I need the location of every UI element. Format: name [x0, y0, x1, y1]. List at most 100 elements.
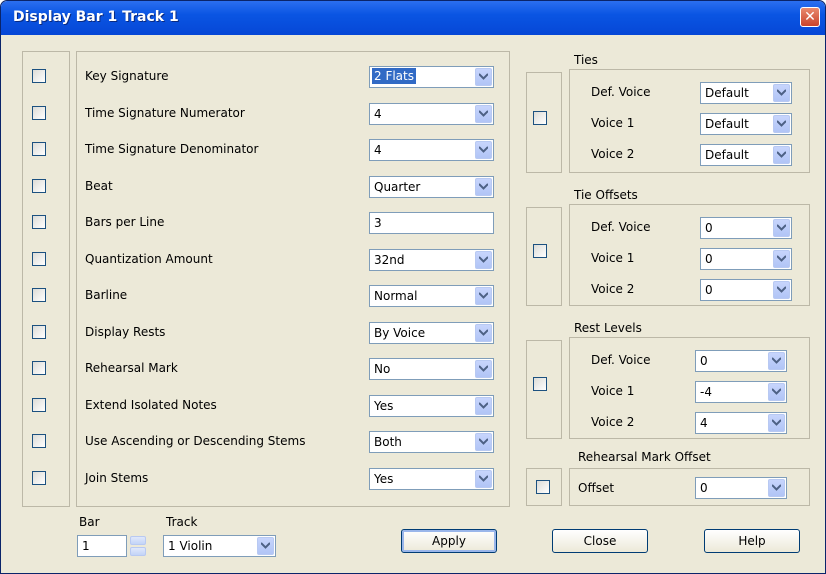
rest_levels-dropdown-voice-2[interactable]: 4	[695, 412, 787, 434]
track-label: Track	[166, 515, 198, 529]
dropdown-barline-value: Normal	[374, 289, 418, 303]
chevron-down-icon[interactable]	[773, 146, 790, 164]
ties-dropdown-voice-2[interactable]: Default	[700, 144, 792, 166]
dialog-window: Display Bar 1 Track 1 ✕ Key Signature 2 F…	[0, 0, 826, 574]
label-time-signature-numerator: Time Signature Numerator	[85, 105, 245, 120]
label-barline: Barline	[85, 288, 128, 302]
chevron-down-icon[interactable]	[475, 68, 492, 86]
dropdown-beat[interactable]: Quarter	[369, 175, 494, 198]
chevron-down-icon[interactable]	[475, 287, 492, 305]
tie_offsets-dropdown-voice-2-value: 0	[705, 283, 713, 297]
chevron-down-icon[interactable]	[773, 219, 790, 237]
checkbox-beat[interactable]	[32, 178, 46, 193]
chevron-down-icon[interactable]	[475, 250, 492, 269]
label-use-ascending-or-descending-stems: Use Ascending or Descending Stems	[85, 434, 306, 448]
tie_offsets-checkbox[interactable]	[533, 244, 547, 258]
chevron-down-icon[interactable]	[475, 323, 492, 342]
chevron-down-icon[interactable]	[475, 177, 492, 196]
rehearsal-offset-checkbox[interactable]	[536, 480, 550, 494]
bar-value: 1	[82, 539, 90, 553]
label-beat: Beat	[85, 178, 113, 193]
ties-dropdown-voice-1[interactable]: Default	[700, 113, 792, 135]
chevron-down-icon[interactable]	[773, 84, 790, 102]
label-join-stems: Join Stems	[85, 470, 149, 485]
dropdown-beat-value: Quarter	[374, 179, 421, 194]
checkbox-quantization-amount[interactable]	[32, 251, 46, 266]
window-title: Display Bar 1 Track 1	[13, 9, 179, 25]
rest_levels-dropdown-voice-1-value: -4	[700, 385, 712, 399]
tie_offsets-dropdown-voice-1-value: 0	[705, 252, 713, 266]
input-bars-per-line[interactable]: 3	[369, 212, 494, 234]
label-quantization-amount: Quantization Amount	[85, 251, 213, 266]
chevron-down-icon[interactable]	[773, 250, 790, 268]
chevron-down-icon[interactable]	[475, 396, 492, 415]
chevron-down-icon[interactable]	[768, 383, 785, 401]
bar-spinner[interactable]	[130, 536, 146, 556]
ties-dropdown-def-voice[interactable]: Default	[700, 82, 792, 104]
close-window-button[interactable]: ✕	[800, 7, 820, 27]
rest_levels-dropdown-voice-1[interactable]: -4	[695, 381, 787, 403]
checkbox-barline[interactable]	[32, 288, 46, 302]
chevron-down-icon[interactable]	[475, 141, 492, 159]
checkbox-display-rests[interactable]	[32, 324, 46, 339]
checkbox-extend-isolated-notes[interactable]	[32, 397, 46, 412]
tie_offsets-dropdown-voice-1[interactable]: 0	[700, 248, 792, 270]
rest_levels-title: Rest Levels	[574, 321, 642, 335]
label-display-rests: Display Rests	[85, 324, 166, 339]
dropdown-rehearsal-mark-value: No	[374, 362, 391, 376]
rest_levels-checkbox[interactable]	[533, 377, 547, 391]
input-bars-per-line-value: 3	[374, 216, 382, 230]
chevron-down-icon[interactable]	[475, 469, 492, 488]
checkbox-use-ascending-or-descending-stems[interactable]	[32, 434, 46, 448]
ties-title: Ties	[574, 53, 598, 67]
tie_offsets-dropdown-voice-2[interactable]: 0	[700, 279, 792, 301]
rest_levels-dropdown-def-voice[interactable]: 0	[695, 350, 787, 372]
apply-button[interactable]: Apply	[401, 529, 497, 553]
chevron-down-icon[interactable]	[475, 104, 492, 123]
help-button[interactable]: Help	[704, 529, 800, 553]
spin-up-icon[interactable]	[130, 536, 146, 545]
checkbox-bars-per-line[interactable]	[32, 215, 46, 229]
ties-checkbox[interactable]	[533, 111, 547, 125]
label-key-signature: Key Signature	[85, 69, 169, 83]
tie_offsets-dropdown-def-voice[interactable]: 0	[700, 217, 792, 239]
chevron-down-icon[interactable]	[768, 352, 785, 370]
chevron-down-icon[interactable]	[768, 479, 785, 497]
rehearsal-offset-dropdown[interactable]: 0	[695, 477, 787, 499]
rest_levels-label-voice-2: Voice 2	[591, 415, 635, 429]
dropdown-quantization-amount[interactable]: 32nd	[369, 248, 494, 271]
dropdown-rehearsal-mark[interactable]: No	[369, 358, 494, 380]
checkbox-key-signature[interactable]	[32, 69, 46, 83]
checkbox-join-stems[interactable]	[32, 470, 46, 485]
tie_offsets-label-voice-2: Voice 2	[591, 282, 635, 296]
dropdown-join-stems[interactable]: Yes	[369, 467, 494, 490]
bar-input[interactable]: 1	[77, 535, 127, 557]
checkbox-time-signature-numerator[interactable]	[32, 105, 46, 120]
dropdown-key-signature[interactable]: 2 Flats	[369, 66, 494, 88]
rehearsal-offset-label: Offset	[578, 481, 615, 495]
track-dropdown[interactable]: 1 Violin	[163, 535, 276, 557]
ties-dropdown-voice-2-value: Default	[705, 148, 749, 162]
chevron-down-icon[interactable]	[475, 433, 492, 451]
chevron-down-icon[interactable]	[773, 115, 790, 133]
title-bar[interactable]: Display Bar 1 Track 1 ✕	[1, 1, 825, 35]
checkbox-time-signature-denominator[interactable]	[32, 142, 46, 156]
dropdown-barline[interactable]: Normal	[369, 285, 494, 307]
dropdown-display-rests[interactable]: By Voice	[369, 321, 494, 344]
dropdown-time-signature-numerator[interactable]: 4	[369, 102, 494, 125]
chevron-down-icon[interactable]	[773, 281, 790, 299]
spin-down-icon[interactable]	[130, 547, 146, 556]
chevron-down-icon[interactable]	[257, 537, 274, 555]
close-button[interactable]: Close	[552, 529, 648, 553]
ties-label-voice-1: Voice 1	[591, 116, 635, 130]
rest_levels-label-def-voice: Def. Voice	[591, 353, 651, 367]
label-time-signature-denominator: Time Signature Denominator	[85, 142, 259, 156]
dropdown-time-signature-denominator[interactable]: 4	[369, 139, 494, 161]
bar-label: Bar	[79, 515, 100, 529]
checkbox-rehearsal-mark[interactable]	[32, 361, 46, 375]
dropdown-use-ascending-or-descending-stems[interactable]: Both	[369, 431, 494, 453]
chevron-down-icon[interactable]	[475, 360, 492, 378]
dropdown-extend-isolated-notes[interactable]: Yes	[369, 394, 494, 417]
chevron-down-icon[interactable]	[768, 414, 785, 432]
dropdown-display-rests-value: By Voice	[374, 325, 426, 340]
